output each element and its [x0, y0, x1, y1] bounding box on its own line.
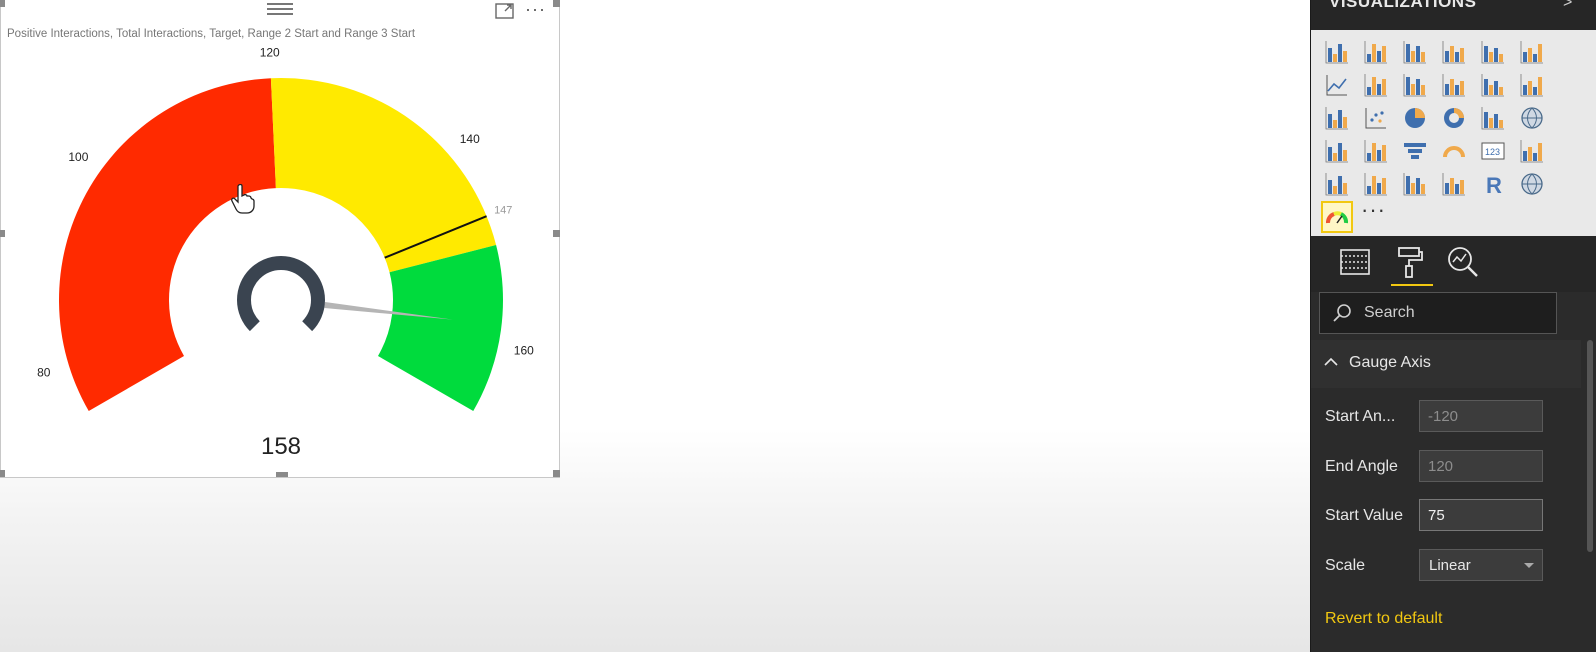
waterfall-icon[interactable] [1323, 104, 1351, 132]
fields-tab-icon[interactable] [1337, 244, 1373, 280]
r-visual-icon[interactable]: R [1479, 170, 1507, 198]
stacked-area-icon[interactable] [1401, 71, 1429, 99]
scale-row: Scale Linear [1311, 547, 1581, 587]
gauge-tick-label: 140 [460, 132, 480, 146]
ribbon-chart-icon[interactable] [1518, 71, 1546, 99]
caret-down-icon [1524, 563, 1534, 568]
gauge-range-2 [270, 77, 497, 273]
search-box[interactable] [1319, 292, 1557, 334]
gauge-chart: 80 100 120 140 160 147 158 [37, 45, 534, 460]
resize-handle[interactable] [553, 0, 560, 7]
slicer-icon[interactable] [1362, 170, 1390, 198]
treemap-icon[interactable] [1479, 104, 1507, 132]
matrix-icon[interactable] [1440, 170, 1468, 198]
line-clustered-column-icon[interactable] [1479, 71, 1507, 99]
table-icon[interactable] [1401, 170, 1429, 198]
scatter-icon[interactable] [1362, 104, 1390, 132]
pane-tabs [1311, 236, 1596, 292]
clustered-bar-icon[interactable] [1401, 38, 1429, 66]
100-stacked-column-icon[interactable] [1518, 38, 1546, 66]
gauge-tick-label: 80 [37, 365, 51, 379]
more-visuals-icon[interactable]: ··· [1361, 199, 1386, 221]
start-angle-row: Start An... [1311, 398, 1581, 438]
filled-map-icon[interactable] [1323, 137, 1351, 165]
gauge-value-label: 158 [261, 433, 301, 460]
scale-dropdown-value: Linear [1429, 557, 1471, 574]
map-icon[interactable] [1518, 104, 1546, 132]
gauge-tick-label: 100 [68, 150, 88, 164]
gauge-tick-label: 120 [260, 45, 280, 59]
format-paint-roller-icon[interactable] [1391, 244, 1427, 280]
100-stacked-bar-icon[interactable] [1479, 38, 1507, 66]
start-angle-label: Start An... [1325, 408, 1396, 425]
gauge-axis-section-header[interactable]: Gauge Axis [1311, 340, 1581, 388]
end-angle-label: End Angle [1325, 458, 1398, 475]
resize-handle[interactable] [553, 470, 560, 477]
resize-handle[interactable] [0, 230, 5, 237]
collapse-pane-icon[interactable]: > [1563, 0, 1572, 12]
stacked-column-icon[interactable] [1362, 38, 1390, 66]
shape-map-icon[interactable] [1362, 137, 1390, 165]
active-tab-indicator [1391, 284, 1433, 286]
start-value-row: Start Value [1311, 497, 1581, 537]
scale-label: Scale [1325, 557, 1366, 574]
chevron-up-icon [1324, 357, 1338, 366]
search-icon [1333, 304, 1351, 322]
gauge-icon[interactable] [1440, 137, 1468, 165]
search-input[interactable] [1364, 302, 1544, 324]
resize-handle[interactable] [553, 230, 560, 237]
start-value-label: Start Value [1325, 507, 1403, 524]
kpi-icon[interactable] [1323, 170, 1351, 198]
start-value-input[interactable] [1419, 499, 1543, 531]
revert-to-default-link[interactable]: Revert to default [1325, 610, 1442, 628]
resize-handle[interactable] [0, 0, 5, 7]
pane-scrollbar[interactable] [1587, 340, 1593, 552]
gauge-target-label: 147 [494, 204, 512, 216]
pie-icon[interactable] [1401, 104, 1429, 132]
funnel-icon[interactable] [1401, 137, 1429, 165]
start-angle-input[interactable] [1419, 400, 1543, 432]
analytics-tab-icon[interactable] [1445, 244, 1481, 280]
clustered-column-icon[interactable] [1440, 38, 1468, 66]
svg-text:R: R [1486, 173, 1502, 196]
svg-text:123: 123 [1485, 147, 1500, 157]
pane-title: VISUALIZATIONS [1329, 0, 1477, 11]
gauge-range-1 [59, 78, 276, 411]
end-angle-input[interactable] [1419, 450, 1543, 482]
visualizations-pane: VISUALIZATIONS > 123R··· Ga [1310, 0, 1596, 652]
resize-handle[interactable] [0, 470, 5, 477]
gauge-tick-label: 160 [514, 343, 534, 357]
section-title: Gauge Axis [1349, 354, 1431, 371]
visualization-gallery: 123 R ··· [1311, 30, 1596, 236]
gauge-visual[interactable]: ··· Positive Interactions, Total Interac… [0, 0, 560, 478]
line-chart-icon[interactable] [1323, 71, 1351, 99]
scale-dropdown[interactable]: Linear [1419, 549, 1543, 581]
custom-gauge-icon[interactable] [1321, 201, 1353, 233]
multirow-card-icon[interactable] [1518, 137, 1546, 165]
card-icon[interactable]: 123 [1479, 137, 1507, 165]
area-chart-icon[interactable] [1362, 71, 1390, 99]
hand-cursor-icon [231, 184, 255, 214]
stacked-bar-icon[interactable] [1323, 38, 1351, 66]
gauge-center-ring [237, 256, 325, 332]
end-angle-row: End Angle [1311, 448, 1581, 488]
resize-handle[interactable] [276, 472, 288, 477]
donut-icon[interactable] [1440, 104, 1468, 132]
pane-header: VISUALIZATIONS > [1311, 0, 1596, 30]
line-column-icon[interactable] [1440, 71, 1468, 99]
globe-icon[interactable] [1518, 170, 1546, 198]
